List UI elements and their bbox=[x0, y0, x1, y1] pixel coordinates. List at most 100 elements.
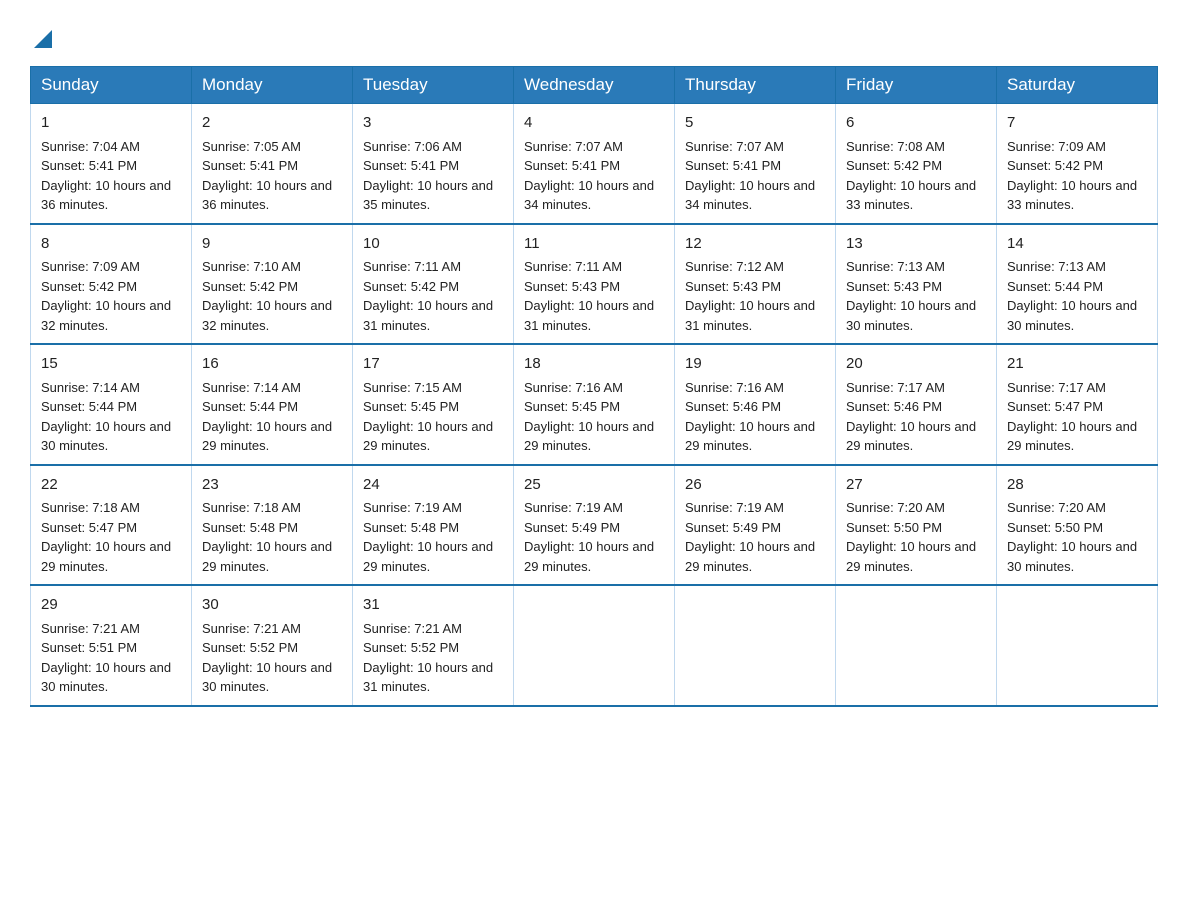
daylight-label: Daylight: 10 hours and 33 minutes. bbox=[1007, 178, 1137, 213]
day-number: 22 bbox=[41, 474, 181, 497]
daylight-label: Daylight: 10 hours and 36 minutes. bbox=[202, 178, 332, 213]
sunset-label: Sunset: 5:42 PM bbox=[41, 279, 137, 294]
day-cell-24: 24 Sunrise: 7:19 AM Sunset: 5:48 PM Dayl… bbox=[353, 465, 514, 586]
daylight-label: Daylight: 10 hours and 31 minutes. bbox=[363, 660, 493, 695]
sunrise-label: Sunrise: 7:16 AM bbox=[524, 380, 623, 395]
sunset-label: Sunset: 5:47 PM bbox=[41, 520, 137, 535]
day-cell-29: 29 Sunrise: 7:21 AM Sunset: 5:51 PM Dayl… bbox=[31, 585, 192, 706]
sunset-label: Sunset: 5:46 PM bbox=[685, 399, 781, 414]
daylight-label: Daylight: 10 hours and 29 minutes. bbox=[202, 539, 332, 574]
day-number: 8 bbox=[41, 233, 181, 256]
day-cell-19: 19 Sunrise: 7:16 AM Sunset: 5:46 PM Dayl… bbox=[675, 344, 836, 465]
daylight-label: Daylight: 10 hours and 29 minutes. bbox=[363, 419, 493, 454]
day-number: 25 bbox=[524, 474, 664, 497]
empty-cell bbox=[675, 585, 836, 706]
sunset-label: Sunset: 5:41 PM bbox=[202, 158, 298, 173]
sunrise-label: Sunrise: 7:21 AM bbox=[363, 621, 462, 636]
sunrise-label: Sunrise: 7:07 AM bbox=[685, 139, 784, 154]
daylight-label: Daylight: 10 hours and 34 minutes. bbox=[524, 178, 654, 213]
sunrise-label: Sunrise: 7:10 AM bbox=[202, 259, 301, 274]
daylight-label: Daylight: 10 hours and 29 minutes. bbox=[41, 539, 171, 574]
day-number: 19 bbox=[685, 353, 825, 376]
day-number: 6 bbox=[846, 112, 986, 135]
day-number: 29 bbox=[41, 594, 181, 617]
daylight-label: Daylight: 10 hours and 29 minutes. bbox=[202, 419, 332, 454]
sunset-label: Sunset: 5:43 PM bbox=[524, 279, 620, 294]
week-row-3: 15 Sunrise: 7:14 AM Sunset: 5:44 PM Dayl… bbox=[31, 344, 1158, 465]
sunset-label: Sunset: 5:43 PM bbox=[846, 279, 942, 294]
empty-cell bbox=[514, 585, 675, 706]
col-header-wednesday: Wednesday bbox=[514, 67, 675, 104]
daylight-label: Daylight: 10 hours and 31 minutes. bbox=[524, 298, 654, 333]
sunrise-label: Sunrise: 7:06 AM bbox=[363, 139, 462, 154]
daylight-label: Daylight: 10 hours and 29 minutes. bbox=[846, 419, 976, 454]
col-header-tuesday: Tuesday bbox=[353, 67, 514, 104]
day-cell-31: 31 Sunrise: 7:21 AM Sunset: 5:52 PM Dayl… bbox=[353, 585, 514, 706]
header bbox=[30, 20, 1158, 48]
daylight-label: Daylight: 10 hours and 35 minutes. bbox=[363, 178, 493, 213]
day-cell-2: 2 Sunrise: 7:05 AM Sunset: 5:41 PM Dayli… bbox=[192, 104, 353, 224]
day-cell-13: 13 Sunrise: 7:13 AM Sunset: 5:43 PM Dayl… bbox=[836, 224, 997, 345]
day-number: 16 bbox=[202, 353, 342, 376]
day-number: 15 bbox=[41, 353, 181, 376]
sunset-label: Sunset: 5:52 PM bbox=[202, 640, 298, 655]
day-number: 27 bbox=[846, 474, 986, 497]
sunrise-label: Sunrise: 7:08 AM bbox=[846, 139, 945, 154]
day-number: 11 bbox=[524, 233, 664, 256]
daylight-label: Daylight: 10 hours and 29 minutes. bbox=[685, 419, 815, 454]
daylight-label: Daylight: 10 hours and 33 minutes. bbox=[846, 178, 976, 213]
day-cell-4: 4 Sunrise: 7:07 AM Sunset: 5:41 PM Dayli… bbox=[514, 104, 675, 224]
empty-cell bbox=[836, 585, 997, 706]
day-cell-7: 7 Sunrise: 7:09 AM Sunset: 5:42 PM Dayli… bbox=[997, 104, 1158, 224]
logo-arrow-icon bbox=[32, 28, 54, 50]
col-header-monday: Monday bbox=[192, 67, 353, 104]
daylight-label: Daylight: 10 hours and 29 minutes. bbox=[846, 539, 976, 574]
day-number: 2 bbox=[202, 112, 342, 135]
day-number: 17 bbox=[363, 353, 503, 376]
sunset-label: Sunset: 5:42 PM bbox=[1007, 158, 1103, 173]
sunrise-label: Sunrise: 7:14 AM bbox=[202, 380, 301, 395]
daylight-label: Daylight: 10 hours and 29 minutes. bbox=[524, 539, 654, 574]
day-number: 5 bbox=[685, 112, 825, 135]
daylight-label: Daylight: 10 hours and 29 minutes. bbox=[1007, 419, 1137, 454]
page: SundayMondayTuesdayWednesdayThursdayFrid… bbox=[0, 0, 1188, 737]
sunrise-label: Sunrise: 7:18 AM bbox=[41, 500, 140, 515]
sunrise-label: Sunrise: 7:17 AM bbox=[1007, 380, 1106, 395]
day-number: 18 bbox=[524, 353, 664, 376]
sunrise-label: Sunrise: 7:19 AM bbox=[524, 500, 623, 515]
day-cell-6: 6 Sunrise: 7:08 AM Sunset: 5:42 PM Dayli… bbox=[836, 104, 997, 224]
day-cell-18: 18 Sunrise: 7:16 AM Sunset: 5:45 PM Dayl… bbox=[514, 344, 675, 465]
sunrise-label: Sunrise: 7:09 AM bbox=[1007, 139, 1106, 154]
col-header-friday: Friday bbox=[836, 67, 997, 104]
sunrise-label: Sunrise: 7:07 AM bbox=[524, 139, 623, 154]
day-cell-15: 15 Sunrise: 7:14 AM Sunset: 5:44 PM Dayl… bbox=[31, 344, 192, 465]
sunset-label: Sunset: 5:47 PM bbox=[1007, 399, 1103, 414]
sunrise-label: Sunrise: 7:11 AM bbox=[363, 259, 461, 274]
day-number: 28 bbox=[1007, 474, 1147, 497]
sunset-label: Sunset: 5:44 PM bbox=[1007, 279, 1103, 294]
sunset-label: Sunset: 5:42 PM bbox=[363, 279, 459, 294]
day-cell-10: 10 Sunrise: 7:11 AM Sunset: 5:42 PM Dayl… bbox=[353, 224, 514, 345]
sunrise-label: Sunrise: 7:09 AM bbox=[41, 259, 140, 274]
day-number: 7 bbox=[1007, 112, 1147, 135]
day-number: 21 bbox=[1007, 353, 1147, 376]
empty-cell bbox=[997, 585, 1158, 706]
day-number: 30 bbox=[202, 594, 342, 617]
sunrise-label: Sunrise: 7:17 AM bbox=[846, 380, 945, 395]
sunrise-label: Sunrise: 7:20 AM bbox=[1007, 500, 1106, 515]
sunset-label: Sunset: 5:49 PM bbox=[524, 520, 620, 535]
col-header-saturday: Saturday bbox=[997, 67, 1158, 104]
day-cell-21: 21 Sunrise: 7:17 AM Sunset: 5:47 PM Dayl… bbox=[997, 344, 1158, 465]
day-number: 4 bbox=[524, 112, 664, 135]
sunset-label: Sunset: 5:48 PM bbox=[202, 520, 298, 535]
day-cell-22: 22 Sunrise: 7:18 AM Sunset: 5:47 PM Dayl… bbox=[31, 465, 192, 586]
day-number: 31 bbox=[363, 594, 503, 617]
sunrise-label: Sunrise: 7:19 AM bbox=[685, 500, 784, 515]
sunset-label: Sunset: 5:44 PM bbox=[202, 399, 298, 414]
daylight-label: Daylight: 10 hours and 30 minutes. bbox=[1007, 298, 1137, 333]
sunset-label: Sunset: 5:51 PM bbox=[41, 640, 137, 655]
sunrise-label: Sunrise: 7:21 AM bbox=[41, 621, 140, 636]
day-cell-14: 14 Sunrise: 7:13 AM Sunset: 5:44 PM Dayl… bbox=[997, 224, 1158, 345]
daylight-label: Daylight: 10 hours and 30 minutes. bbox=[1007, 539, 1137, 574]
sunset-label: Sunset: 5:46 PM bbox=[846, 399, 942, 414]
